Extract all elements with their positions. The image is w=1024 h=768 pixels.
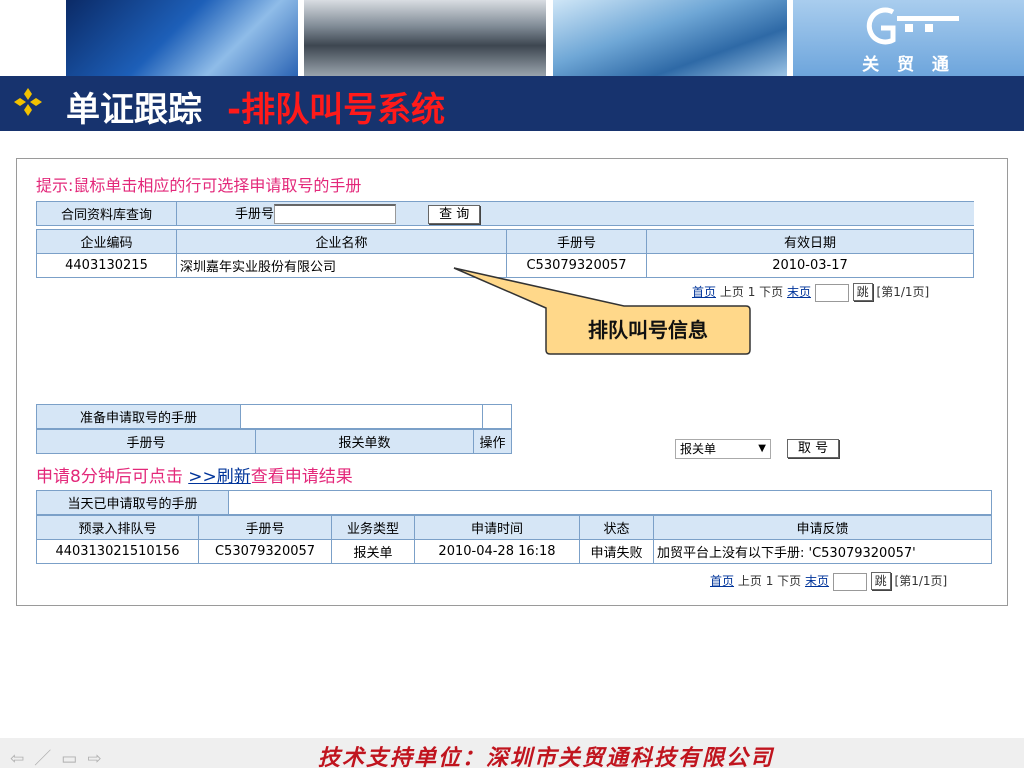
header-banner: 关 贸 通 — [0, 0, 1024, 76]
col-enterprise-code: 企业编码 — [36, 229, 177, 254]
title-bar: 单证跟踪 -排队叫号系统 — [0, 76, 1024, 131]
query-button[interactable]: 查 询 — [428, 204, 481, 224]
select-value: 报关单 — [680, 442, 717, 456]
footer-credit: 技术支持单位：深圳市关贸通科技有限公司 — [318, 745, 775, 768]
col-manual-no: 手册号 — [506, 229, 647, 254]
today-title-table: 当天已申请取号的手册 — [36, 490, 992, 515]
col-business-type: 业务类型 — [331, 515, 415, 540]
cell-status: 申请失败 — [579, 539, 654, 564]
refresh-hint: 申请8分钟后可点击 >>刷新查看申请结果 — [36, 462, 353, 487]
cell-queue-no: 440313021510156 — [36, 539, 199, 564]
col-declaration-count: 报关单数 — [255, 429, 474, 454]
col-apply-time: 申请时间 — [414, 515, 580, 540]
prepare-title-table: 准备申请取号的手册 — [36, 404, 512, 429]
page-title: 单证跟踪 — [66, 90, 202, 130]
today-table: 预录入排队号 手册号 业务类型 申请时间 状态 申请反馈 44031302151… — [36, 515, 992, 564]
refresh-prefix: 申请8分钟后可点击 — [36, 467, 183, 487]
page-info: [第1/1页] — [894, 574, 948, 588]
table-header-row: 企业编码 企业名称 手册号 有效日期 — [36, 229, 974, 254]
col-operation: 操作 — [473, 429, 512, 454]
logo-icon — [866, 7, 959, 45]
page-jump-input[interactable] — [814, 283, 849, 302]
search-input[interactable] — [274, 204, 397, 225]
search-cell: 手册号 查 询 — [176, 201, 974, 226]
cell-feedback: 加贸平台上没有以下手册: 'C53079320057' — [653, 539, 992, 564]
page-jump-input[interactable] — [832, 572, 867, 591]
next-page-text: 下页 — [759, 285, 784, 299]
page-subtitle: -排队叫号系统 — [227, 90, 446, 130]
footer-bar: ⇦／▭⇨ 技术支持单位：深圳市关贸通科技有限公司 — [0, 738, 1024, 768]
prepare-table: 手册号 报关单数 操作 — [36, 429, 512, 454]
cell-apply-time: 2010-04-28 16:18 — [414, 539, 580, 564]
col-enterprise-name: 企业名称 — [176, 229, 507, 254]
banner-photo-3 — [553, 0, 787, 76]
search-bar: 合同资料库查询 手册号 查 询 — [36, 201, 974, 226]
last-page-link[interactable]: 末页 — [805, 574, 829, 588]
col-manual-no: 手册号 — [36, 429, 256, 454]
callout-label: 排队叫号信息 — [588, 318, 708, 342]
refresh-suffix: 查看申请结果 — [250, 467, 353, 487]
tip-text: 提示:鼠标单击相应的行可选择申请取号的手册 — [36, 176, 362, 195]
logo-panel: 关 贸 通 — [793, 0, 1024, 76]
prepare-empty-cell — [240, 404, 483, 429]
jump-button[interactable]: 跳 — [870, 572, 891, 590]
banner-photo-2 — [304, 0, 546, 76]
page-number: 1 — [765, 574, 774, 588]
table-header-row: 预录入排队号 手册号 业务类型 申请时间 状态 申请反馈 — [36, 515, 992, 540]
last-page-link[interactable]: 末页 — [787, 285, 811, 299]
prepare-empty-cell-2 — [482, 404, 512, 429]
today-title: 当天已申请取号的手册 — [36, 490, 229, 515]
col-queue-no: 预录入排队号 — [36, 515, 199, 540]
first-page-link[interactable]: 首页 — [710, 574, 734, 588]
cell-manual-no: C53079320057 — [198, 539, 332, 564]
manual-no-label: 手册号 — [235, 206, 275, 222]
contract-db-query-label: 合同资料库查询 — [36, 201, 177, 226]
col-manual-no: 手册号 — [198, 515, 332, 540]
slide-nav: ⇦／▭⇨ — [10, 744, 112, 768]
banner-photo-1 — [66, 0, 298, 76]
business-type-select[interactable]: 报关单 ▼ — [675, 439, 771, 459]
col-valid-date: 有效日期 — [646, 229, 974, 254]
next-page-text: 下页 — [777, 574, 802, 588]
forward-arrow-icon[interactable]: ⇨ — [87, 749, 111, 768]
cell-business-type: 报关单 — [331, 539, 415, 564]
prev-page-text: 上页 — [737, 574, 762, 588]
logo-text: 关 贸 通 — [862, 55, 955, 75]
page-info: [第1/1页] — [876, 285, 930, 299]
chevron-down-icon: ▼ — [758, 443, 766, 454]
table-header-row: 手册号 报关单数 操作 — [36, 429, 512, 454]
diamond-bullet-icon — [14, 88, 42, 116]
menu-icon[interactable]: ▭ — [61, 749, 87, 768]
jump-button[interactable]: 跳 — [852, 283, 873, 301]
back-arrow-icon[interactable]: ⇦ — [10, 749, 34, 768]
cell-enterprise-code: 4403130215 — [36, 253, 177, 278]
refresh-link[interactable]: >>刷新 — [188, 467, 251, 487]
table-row[interactable]: 440313021510156 C53079320057 报关单 2010-04… — [36, 539, 992, 564]
prepare-title: 准备申请取号的手册 — [36, 404, 241, 429]
pen-icon[interactable]: ／ — [34, 749, 61, 768]
col-feedback: 申请反馈 — [653, 515, 992, 540]
col-status: 状态 — [579, 515, 654, 540]
today-empty-cell — [228, 490, 992, 515]
take-number-button[interactable]: 取 号 — [787, 439, 840, 458]
pager-bottom: 首页 上页 1 下页 末页 跳 [第1/1页] — [710, 572, 947, 591]
